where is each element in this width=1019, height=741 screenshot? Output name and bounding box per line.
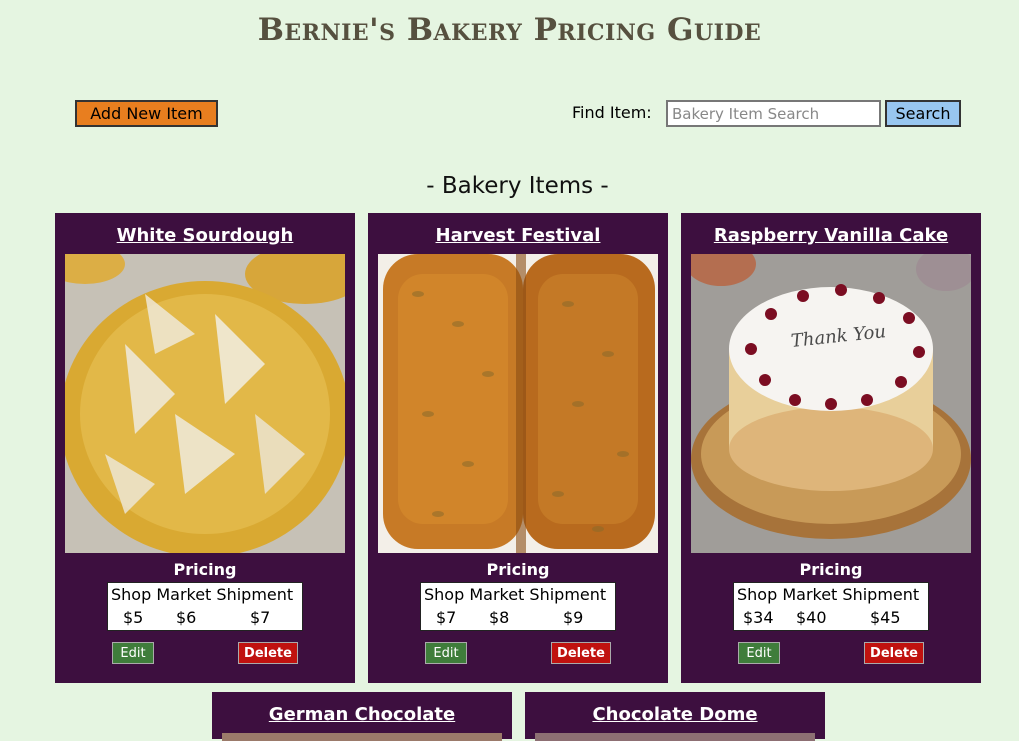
pricing-label: Pricing (799, 560, 863, 579)
bakery-item-card: Raspberry Vanilla Cake Thank You Pricing (681, 213, 981, 683)
bakery-item-card: Chocolate Dome (525, 692, 825, 741)
item-photo (535, 733, 815, 741)
price-table: Shop Market Shipment $34 $40 $45 (733, 582, 929, 631)
delete-button[interactable]: Delete (238, 642, 298, 664)
shipment-price: $45 (870, 608, 901, 627)
item-photo (378, 254, 658, 553)
item-name-link[interactable]: White Sourdough (55, 225, 355, 246)
item-photo: Thank You (691, 254, 971, 553)
bakery-item-card: German Chocolate (212, 692, 512, 741)
item-name-link[interactable]: Raspberry Vanilla Cake (681, 225, 981, 246)
shipment-price: $7 (250, 608, 271, 627)
pricing-label: Pricing (173, 560, 237, 579)
price-headers: Shop Market Shipment (737, 585, 920, 604)
search-input[interactable] (666, 100, 881, 127)
edit-button[interactable]: Edit (112, 642, 154, 664)
shop-price: $34 (743, 608, 774, 627)
bakery-item-card: White Sourdough Pricing Shop Market Ship… (55, 213, 355, 683)
shop-price: $7 (436, 608, 457, 627)
edit-button[interactable]: Edit (425, 642, 467, 664)
item-photo (222, 733, 502, 741)
delete-button[interactable]: Delete (551, 642, 611, 664)
shipment-price: $9 (563, 608, 584, 627)
item-name-link[interactable]: Chocolate Dome (525, 704, 825, 725)
find-item-label: Find Item: (572, 103, 652, 122)
price-headers: Shop Market Shipment (111, 585, 294, 604)
delete-button[interactable]: Delete (864, 642, 924, 664)
shop-price: $5 (123, 608, 144, 627)
price-table: Shop Market Shipment $5 $6 $7 (107, 582, 303, 631)
market-price: $40 (796, 608, 827, 627)
search-button[interactable]: Search (885, 100, 961, 127)
add-new-item-button[interactable]: Add New Item (75, 100, 218, 127)
item-name-link[interactable]: German Chocolate (212, 704, 512, 725)
bakery-item-card: Harvest Festival Pricing Shop Market Shi… (368, 213, 668, 683)
page-title: Bernie's Bakery Pricing Guide (257, 12, 762, 48)
market-price: $8 (489, 608, 510, 627)
price-table: Shop Market Shipment $7 $8 $9 (420, 582, 616, 631)
pricing-label: Pricing (486, 560, 550, 579)
market-price: $6 (176, 608, 197, 627)
item-name-link[interactable]: Harvest Festival (368, 225, 668, 246)
price-headers: Shop Market Shipment (424, 585, 607, 604)
item-photo (65, 254, 345, 553)
edit-button[interactable]: Edit (738, 642, 780, 664)
section-heading: - Bakery Items - (426, 173, 609, 199)
